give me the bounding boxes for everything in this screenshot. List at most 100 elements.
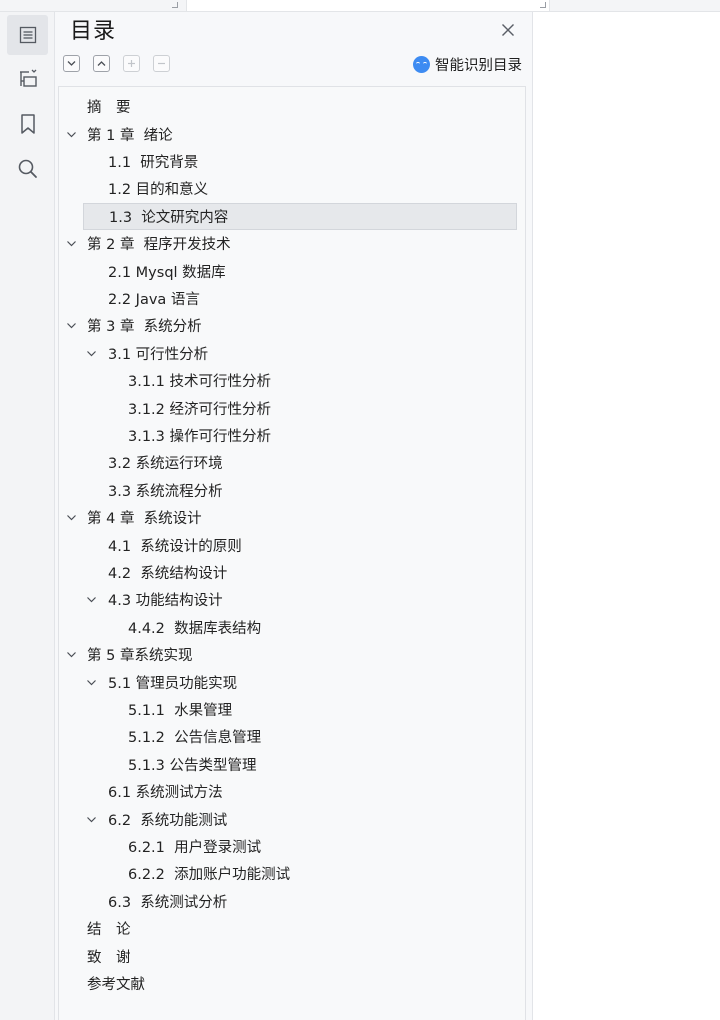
toc-entry-label: 1.3 论文研究内容 <box>109 209 229 226</box>
search-icon <box>18 159 37 178</box>
smart-detect-toc-label: 智能识别目录 <box>435 57 522 74</box>
outline-rail-button[interactable] <box>7 59 48 99</box>
chevron-down-icon[interactable] <box>85 813 97 825</box>
toc-entry[interactable]: 6.1 系统测试方法 <box>83 778 517 805</box>
toc-entry[interactable]: 3.1.3 操作可行性分析 <box>83 422 517 449</box>
bookmark-icon <box>20 114 35 134</box>
toc-entry-label: 第 5 章系统实现 <box>87 648 193 665</box>
toc-entry[interactable]: 4.1 系统设计的原则 <box>83 531 517 558</box>
toc-entry-label: 3.1.1 技术可行性分析 <box>128 374 272 391</box>
toc-entry-label: 3.1.2 经济可行性分析 <box>128 401 272 418</box>
toc-entry[interactable]: 2.2 Java 语言 <box>83 285 517 312</box>
toc-entry-label: 3.2 系统运行环境 <box>108 456 223 473</box>
chevron-down-icon[interactable] <box>85 347 97 359</box>
toc-entry[interactable]: 第 4 章 系统设计 <box>66 504 517 531</box>
panel-title: 目录 <box>70 19 117 44</box>
toc-entry[interactable]: 6.3 系统测试分析 <box>83 888 517 915</box>
toc-entry-label: 4.3 功能结构设计 <box>108 593 223 610</box>
expand-all-button[interactable] <box>93 55 110 72</box>
toc-entry-label: 1.1 研究背景 <box>108 154 199 171</box>
collapse-all-icon <box>67 61 76 66</box>
document-canvas <box>534 12 720 1020</box>
page-corner-mark <box>172 2 178 8</box>
toc-entry[interactable]: 1.1 研究背景 <box>83 148 517 175</box>
chevron-down-icon[interactable] <box>65 649 77 661</box>
ai-assistant-icon <box>413 55 430 73</box>
toc-entry-label: 2.2 Java 语言 <box>108 291 200 308</box>
toc-entry[interactable]: 3.1.1 技术可行性分析 <box>83 367 517 394</box>
left-icon-rail <box>0 12 55 1020</box>
toc-entry-label: 第 2 章 程序开发技术 <box>87 237 231 254</box>
close-icon <box>502 24 514 36</box>
chevron-down-icon[interactable] <box>65 128 77 140</box>
toc-entry[interactable]: 1.2 目的和意义 <box>83 175 517 202</box>
toc-entry[interactable]: 第 5 章系统实现 <box>66 641 517 668</box>
toc-entry[interactable]: 第 1 章 绪论 <box>66 120 517 147</box>
toc-entry[interactable]: 5.1.3 公告类型管理 <box>83 751 517 778</box>
toc-entry[interactable]: 3.3 系统流程分析 <box>83 477 517 504</box>
toc-entry-label: 6.1 系统测试方法 <box>108 785 223 802</box>
toc-entry-label: 3.1 可行性分析 <box>108 346 209 363</box>
toc-entry-label: 参考文献 <box>87 976 145 993</box>
toc-entry[interactable]: 5.1.1 水果管理 <box>83 696 517 723</box>
chevron-down-icon[interactable] <box>85 594 97 606</box>
toc-entry[interactable]: 致 谢 <box>83 942 517 969</box>
toc-entry[interactable]: 参考文献 <box>83 970 517 997</box>
search-rail-button[interactable] <box>7 149 48 189</box>
toc-entry[interactable]: 第 2 章 程序开发技术 <box>66 230 517 257</box>
toc-entry[interactable]: 3.1 可行性分析 <box>83 340 517 367</box>
toc-entry-label: 6.2.2 添加账户功能测试 <box>128 867 291 884</box>
smart-detect-toc-button[interactable]: 智能识别目录 <box>413 53 522 75</box>
toc-entry[interactable]: 5.1 管理员功能实现 <box>83 668 517 695</box>
toc-icon <box>19 26 36 44</box>
toc-entry[interactable]: 3.1.2 经济可行性分析 <box>83 394 517 421</box>
toc-list: 摘 要第 1 章 绪论 1.1 研究背景 1.2 目的和意义 1.3 论文研究内容第 … <box>58 86 526 1020</box>
toc-entry-label: 第 4 章 系统设计 <box>87 511 202 528</box>
add-heading-button[interactable] <box>123 55 140 72</box>
toc-entry-label: 3.3 系统流程分析 <box>108 483 223 500</box>
bookmark-rail-button[interactable] <box>7 104 48 144</box>
toc-entry-label: 4.1 系统设计的原则 <box>108 538 242 555</box>
collapse-all-button[interactable] <box>63 55 80 72</box>
toc-entry[interactable]: 6.2.1 用户登录测试 <box>83 833 517 860</box>
toc-entry-label: 第 1 章 绪论 <box>87 127 173 144</box>
toc-entry[interactable]: 3.2 系统运行环境 <box>83 449 517 476</box>
page-corner-mark <box>540 2 546 8</box>
outline-tree-icon <box>19 69 37 87</box>
toc-entry-label: 1.2 目的和意义 <box>108 182 209 199</box>
toc-entry-label: 4.2 系统结构设计 <box>108 565 228 582</box>
chevron-down-icon[interactable] <box>85 676 97 688</box>
toc-entry[interactable]: 1.3 论文研究内容 <box>83 202 517 230</box>
toc-entry-label: 致 谢 <box>87 949 131 966</box>
toc-rail-button[interactable] <box>7 15 48 55</box>
chevron-down-icon[interactable] <box>65 238 77 250</box>
toc-entry-label: 6.2.1 用户登录测试 <box>128 839 262 856</box>
toc-entry-label: 5.1.2 公告信息管理 <box>128 730 262 747</box>
toc-entry[interactable]: 结 论 <box>83 915 517 942</box>
toc-entry[interactable]: 6.2.2 添加账户功能测试 <box>83 860 517 887</box>
chevron-down-icon[interactable] <box>65 320 77 332</box>
toc-entry[interactable]: 4.3 功能结构设计 <box>83 586 517 613</box>
chevron-down-icon[interactable] <box>65 512 77 524</box>
remove-heading-button[interactable] <box>153 55 170 72</box>
toc-entry[interactable]: 摘 要 <box>83 93 517 120</box>
document-page-edge <box>186 0 550 11</box>
toc-entry-label: 第 3 章 系统分析 <box>87 319 202 336</box>
toc-entry-label: 6.3 系统测试分析 <box>108 894 228 911</box>
toc-entry-label: 5.1 管理员功能实现 <box>108 675 238 692</box>
toc-entry-label: 摘 要 <box>87 100 131 117</box>
top-strip <box>0 0 720 12</box>
toc-entry[interactable]: 2.1 Mysql 数据库 <box>83 257 517 284</box>
toc-entry[interactable]: 5.1.2 公告信息管理 <box>83 723 517 750</box>
close-button[interactable] <box>499 21 517 39</box>
toc-panel: 目录 智能识别目录 摘 要第 1 章 绪论 1.1 研究背景 1.2 目的和意义 1.… <box>55 12 533 1020</box>
toc-entry[interactable]: 6.2 系统功能测试 <box>83 805 517 832</box>
toc-entry[interactable]: 4.4.2 数据库表结构 <box>83 614 517 641</box>
toc-entry[interactable]: 4.2 系统结构设计 <box>83 559 517 586</box>
toc-entry-label: 结 论 <box>87 922 131 939</box>
toc-entry[interactable]: 第 3 章 系统分析 <box>66 312 517 339</box>
expand-all-icon <box>97 61 106 66</box>
toc-entry-label: 4.4.2 数据库表结构 <box>128 620 262 637</box>
toc-entry-label: 5.1.1 水果管理 <box>128 702 233 719</box>
add-heading-icon <box>128 60 135 67</box>
